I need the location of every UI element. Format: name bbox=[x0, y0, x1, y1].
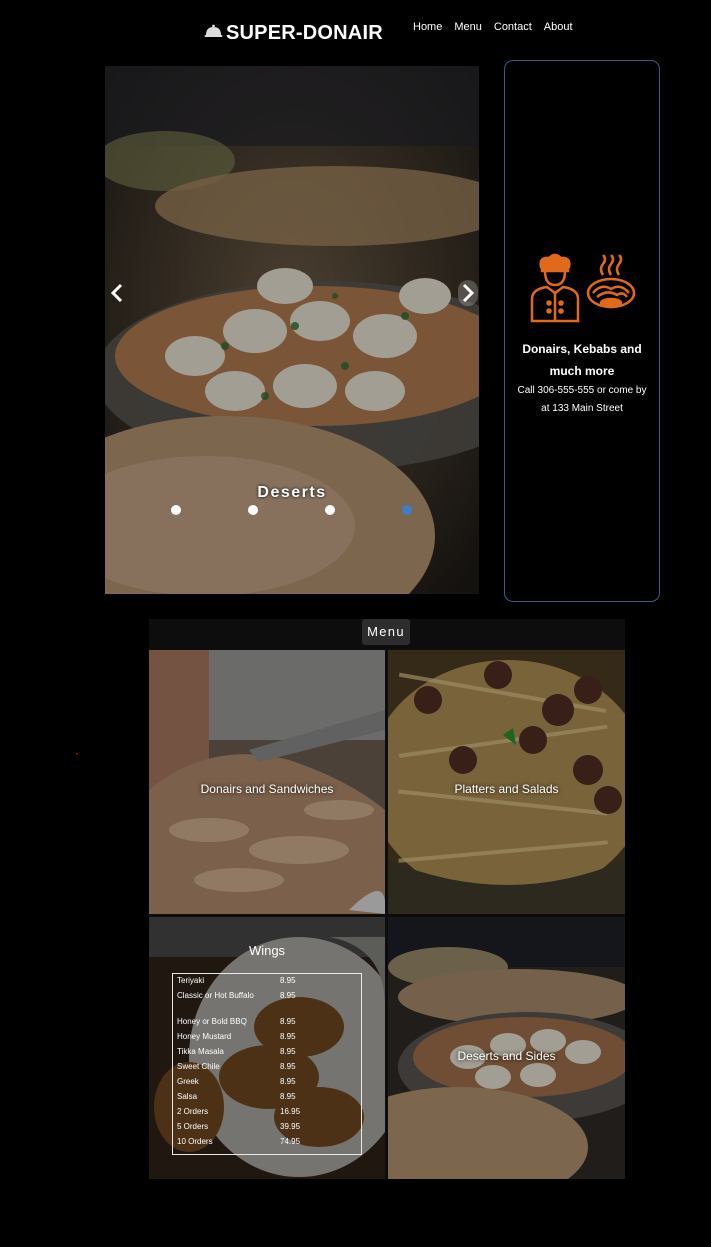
tile-label-deserts: Deserts and Sides bbox=[457, 1049, 556, 1063]
deserts-photo bbox=[388, 917, 625, 1179]
nav-home[interactable]: Home bbox=[413, 21, 442, 33]
wing-flavor-name: Sweet Chile bbox=[177, 1062, 220, 1071]
chef-and-dish-icons bbox=[530, 253, 636, 323]
wing-flavor-name: Honey Mustard bbox=[177, 1032, 232, 1041]
info-card: Donairs, Kebabs and much more Call 306-5… bbox=[504, 60, 660, 602]
carousel-prev-button[interactable] bbox=[107, 280, 127, 306]
wing-flavor-name: Teriyaki bbox=[177, 976, 205, 985]
noodle-bowl-icon bbox=[586, 254, 636, 309]
wing-price: 8.95 bbox=[280, 991, 296, 1000]
slide-caption: Deserts bbox=[257, 484, 327, 501]
hero-carousel[interactable]: Deserts bbox=[105, 66, 479, 594]
wing-flavor-name: 5 Orders bbox=[177, 1122, 209, 1131]
wing-price: 16.95 bbox=[280, 1107, 301, 1116]
carousel-dot-2[interactable] bbox=[248, 505, 258, 515]
wings-price-list: Teriyaki 8.95 Classic or Hot Buffalo 8.95 Ho… bbox=[172, 973, 362, 1155]
brand-name: SUPER-DONAIR bbox=[226, 22, 383, 44]
wing-flavor-name: 10 Orders bbox=[177, 1137, 213, 1146]
carousel-dot-4[interactable] bbox=[402, 505, 412, 515]
wing-flavor-name: Tikka Masala bbox=[177, 1047, 224, 1056]
nav-about[interactable]: About bbox=[544, 21, 573, 33]
carousel-next-button[interactable] bbox=[458, 280, 478, 306]
menu-tile-platters[interactable]: Platters and Salads bbox=[388, 650, 625, 914]
info-text: Call 306-555-555 or come by at 133 Main … bbox=[517, 385, 647, 414]
wing-price: 8.95 bbox=[280, 1062, 296, 1071]
stray-pixel bbox=[76, 753, 78, 755]
wings-title: Wings bbox=[248, 943, 286, 958]
menu-tile-donairs[interactable]: Donairs and Sandwiches bbox=[149, 650, 385, 914]
wing-price: 8.95 bbox=[280, 1077, 296, 1086]
wing-price: 8.95 bbox=[280, 1032, 296, 1041]
serving-dish-icon bbox=[204, 23, 223, 44]
wing-flavor-name: Salsa bbox=[177, 1092, 198, 1101]
wing-flavor-name: Honey or Bold BBQ bbox=[177, 1017, 247, 1026]
carousel-indicators bbox=[105, 505, 479, 517]
menu-tile-deserts[interactable]: Deserts and Sides bbox=[388, 917, 625, 1179]
wing-flavor-name: Classic or Hot Buffalo bbox=[177, 991, 254, 1000]
info-title: Donairs, Kebabs and much more bbox=[522, 342, 642, 378]
chevron-right-icon bbox=[462, 283, 475, 303]
wing-price: 8.95 bbox=[280, 1092, 296, 1101]
wing-price: 74.95 bbox=[280, 1137, 301, 1146]
menu-tile-wings[interactable]: Wings Teriyaki 8.95 Classic or Hot Buffalo… bbox=[149, 917, 385, 1179]
menu-heading: Menu bbox=[362, 619, 410, 645]
chef-icon bbox=[530, 253, 580, 323]
wing-price: 8.95 bbox=[280, 1017, 296, 1026]
nav-contact[interactable]: Contact bbox=[494, 21, 532, 33]
nav-menu[interactable]: Menu bbox=[454, 21, 482, 33]
main-nav: Home Menu Contact About bbox=[413, 21, 573, 33]
menu-section: Menu Donairs and Sandwiches Platters and… bbox=[149, 619, 625, 1179]
wing-price: 8.95 bbox=[280, 1047, 296, 1056]
tile-label-donairs: Donairs and Sandwiches bbox=[200, 782, 334, 796]
carousel-dot-3[interactable] bbox=[325, 505, 335, 515]
tile-label-platters: Platters and Salads bbox=[454, 782, 559, 796]
carousel-dot-1[interactable] bbox=[171, 505, 181, 515]
wing-flavor-name: Greek bbox=[177, 1077, 199, 1086]
wing-price: 39.95 bbox=[280, 1122, 301, 1131]
wing-price: 8.95 bbox=[280, 976, 296, 985]
brand-logo[interactable]: SUPER-DONAIR bbox=[204, 22, 383, 45]
chevron-left-icon bbox=[110, 283, 123, 303]
wing-flavor-name: 2 Orders bbox=[177, 1107, 209, 1116]
